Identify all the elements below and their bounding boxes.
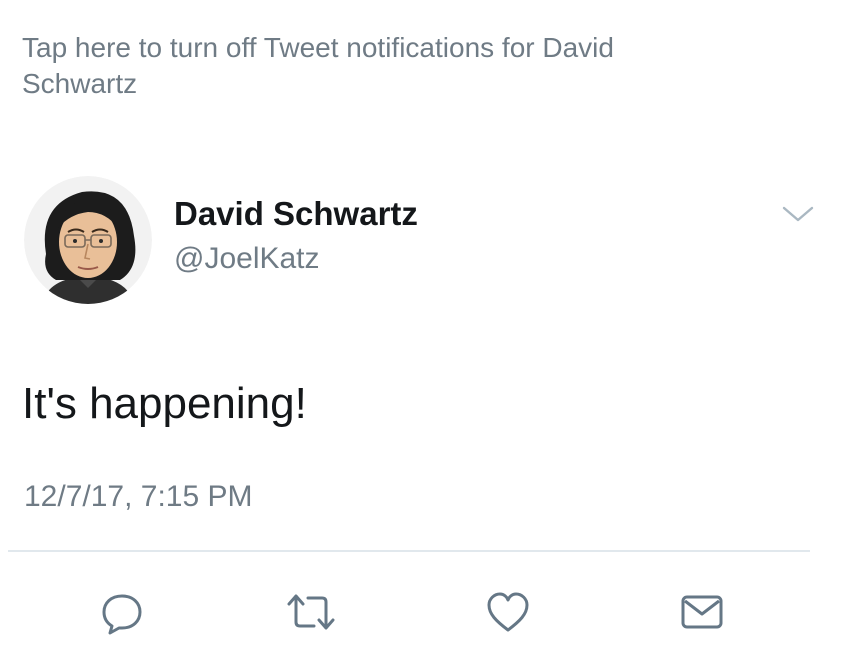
reply-icon [102, 594, 142, 635]
avatar-illustration [24, 176, 152, 304]
reply-button[interactable] [94, 584, 150, 640]
tweet-text: It's happening! [22, 379, 307, 428]
tweet-header: David Schwartz @JoelKatz [24, 176, 822, 306]
chevron-down-icon[interactable] [780, 202, 816, 226]
like-button[interactable] [480, 584, 536, 640]
message-icon [681, 595, 723, 629]
divider [8, 550, 810, 552]
heart-icon [487, 592, 529, 632]
user-block: David Schwartz @JoelKatz [174, 194, 418, 278]
username-handle[interactable]: @JoelKatz [174, 240, 418, 278]
display-name[interactable]: David Schwartz [174, 194, 418, 234]
avatar[interactable] [24, 176, 152, 304]
retweet-icon [287, 594, 335, 630]
direct-message-button[interactable] [674, 584, 730, 640]
retweet-button[interactable] [283, 584, 339, 640]
tweet-timestamp: 12/7/17, 7:15 PM [24, 480, 253, 513]
notification-toggle-banner[interactable]: Tap here to turn off Tweet notifications… [22, 30, 722, 102]
